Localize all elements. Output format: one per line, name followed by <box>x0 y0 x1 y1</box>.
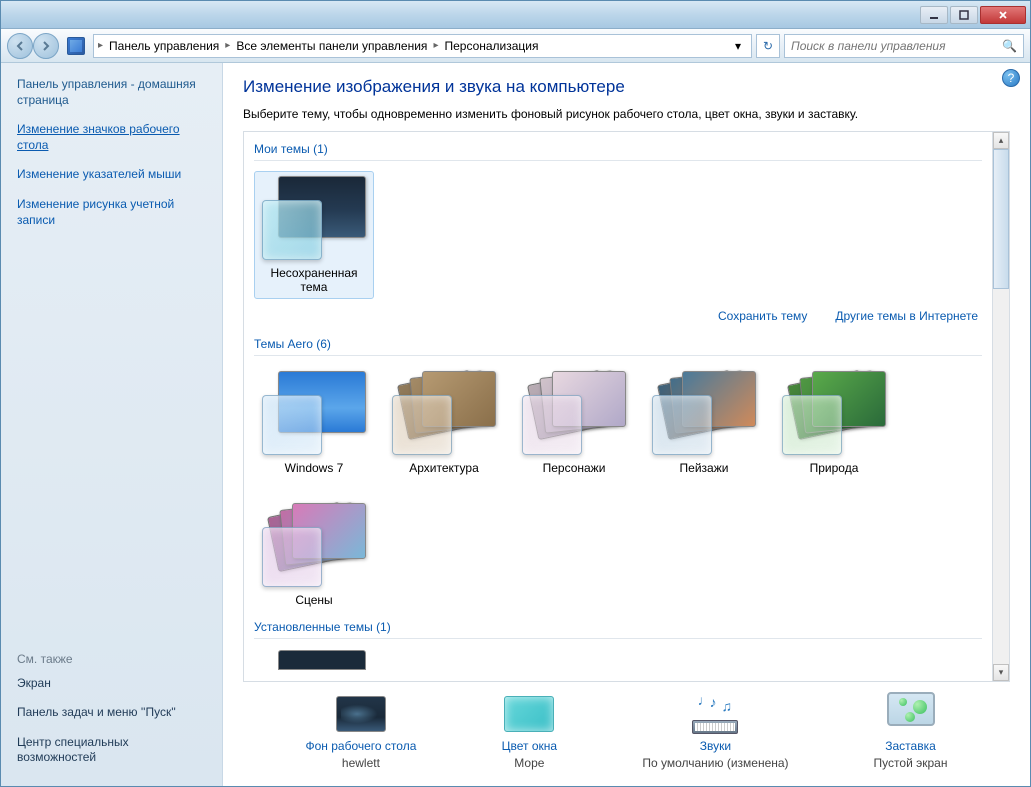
sidebar-link-desktop-icons[interactable]: Изменение значков рабочего стола <box>17 122 206 153</box>
screensaver-icon <box>883 692 939 736</box>
bottom-settings-row: Фон рабочего стола hewlett Цвет окна Мор… <box>243 682 1010 786</box>
scroll-thumb[interactable] <box>993 149 1009 289</box>
themes-panel: Мои темы (1) Несохраненная тема Сохранит… <box>243 131 1010 682</box>
body: Панель управления - домашняя страница Из… <box>1 63 1030 786</box>
bottom-saver-value: Пустой экран <box>874 756 948 770</box>
sidebar-link-mouse-pointers[interactable]: Изменение указателей мыши <box>17 167 206 183</box>
scroll-up-button[interactable]: ▴ <box>993 132 1009 149</box>
theme-unsaved[interactable]: Несохраненная тема <box>254 171 374 299</box>
theme-label: Windows 7 <box>285 461 344 475</box>
see-also-display[interactable]: Экран <box>17 676 206 692</box>
crumb-control-panel[interactable]: Панель управления <box>103 39 225 53</box>
save-theme-link[interactable]: Сохранить тему <box>718 309 807 323</box>
search-box[interactable]: 🔍 <box>784 34 1024 58</box>
sounds-icon: ♪♫♩ <box>687 692 743 736</box>
see-also-ease[interactable]: Центр специальных возможностей <box>17 735 206 766</box>
page-description: Выберите тему, чтобы одновременно измени… <box>243 107 1010 121</box>
bottom-color-title: Цвет окна <box>502 739 557 753</box>
theme-label: Пейзажи <box>680 461 729 475</box>
bottom-saver-title: Заставка <box>885 739 936 753</box>
control-panel-icon <box>67 37 85 55</box>
navbar: ▸ Панель управления ▸ Все элементы панел… <box>1 29 1030 63</box>
theme-aero-5[interactable]: Сцены <box>254 498 374 612</box>
sidebar-link-account-picture[interactable]: Изменение рисунка учетной записи <box>17 197 206 228</box>
desktop-background-item[interactable]: Фон рабочего стола hewlett <box>305 692 416 770</box>
crumb-personalization[interactable]: Персонализация <box>438 39 544 53</box>
search-input[interactable] <box>791 39 1002 53</box>
window-color-item[interactable]: Цвет окна Море <box>501 692 557 770</box>
forward-button[interactable] <box>33 33 59 59</box>
theme-installed-cutoff[interactable] <box>254 649 374 671</box>
sounds-item[interactable]: ♪♫♩ Звуки По умолчанию (изменена) <box>642 692 788 770</box>
scrollbar[interactable]: ▴ ▾ <box>992 132 1009 681</box>
sidebar-home-link[interactable]: Панель управления - домашняя страница <box>17 77 206 108</box>
see-also-taskbar[interactable]: Панель задач и меню ''Пуск'' <box>17 705 206 721</box>
screensaver-item[interactable]: Заставка Пустой экран <box>874 692 948 770</box>
theme-label: Сцены <box>295 593 332 607</box>
section-installed-themes: Установленные темы (1) <box>254 616 982 639</box>
theme-aero-1[interactable]: Архитектура <box>384 366 504 480</box>
minimize-button[interactable] <box>920 6 948 24</box>
bottom-sound-title: Звуки <box>700 739 731 753</box>
theme-label: Природа <box>810 461 859 475</box>
section-my-themes: Мои темы (1) <box>254 138 982 161</box>
breadcrumb-dropdown[interactable]: ▾ <box>729 39 747 53</box>
see-also-heading: См. также <box>17 652 206 666</box>
theme-aero-0[interactable]: Windows 7 <box>254 366 374 480</box>
section-aero-themes: Темы Aero (6) <box>254 333 982 356</box>
theme-label: Архитектура <box>409 461 479 475</box>
bottom-bg-title: Фон рабочего стола <box>305 739 416 753</box>
titlebar <box>1 1 1030 29</box>
breadcrumb[interactable]: ▸ Панель управления ▸ Все элементы панел… <box>93 34 752 58</box>
bottom-sound-value: По умолчанию (изменена) <box>642 756 788 770</box>
more-themes-link[interactable]: Другие темы в Интернете <box>835 309 978 323</box>
crumb-all-items[interactable]: Все элементы панели управления <box>230 39 433 53</box>
scroll-down-button[interactable]: ▾ <box>993 664 1009 681</box>
refresh-button[interactable]: ↻ <box>756 34 780 58</box>
search-icon[interactable]: 🔍 <box>1002 39 1017 53</box>
page-title: Изменение изображения и звука на компьют… <box>243 77 1010 97</box>
theme-label: Несохраненная тема <box>259 266 369 294</box>
sidebar: Панель управления - домашняя страница Из… <box>1 63 223 786</box>
window: ▸ Панель управления ▸ Все элементы панел… <box>0 0 1031 787</box>
maximize-button[interactable] <box>950 6 978 24</box>
theme-aero-2[interactable]: Персонажи <box>514 366 634 480</box>
window-controls <box>918 6 1026 24</box>
main: ? Изменение изображения и звука на компь… <box>223 63 1030 786</box>
theme-aero-4[interactable]: Природа <box>774 366 894 480</box>
close-button[interactable] <box>980 6 1026 24</box>
help-icon[interactable]: ? <box>1002 69 1020 87</box>
theme-label: Персонажи <box>543 461 606 475</box>
back-button[interactable] <box>7 33 33 59</box>
desktop-background-icon <box>336 696 386 732</box>
bottom-color-value: Море <box>514 756 544 770</box>
window-color-icon <box>504 696 554 732</box>
bottom-bg-value: hewlett <box>342 756 380 770</box>
theme-aero-3[interactable]: Пейзажи <box>644 366 764 480</box>
